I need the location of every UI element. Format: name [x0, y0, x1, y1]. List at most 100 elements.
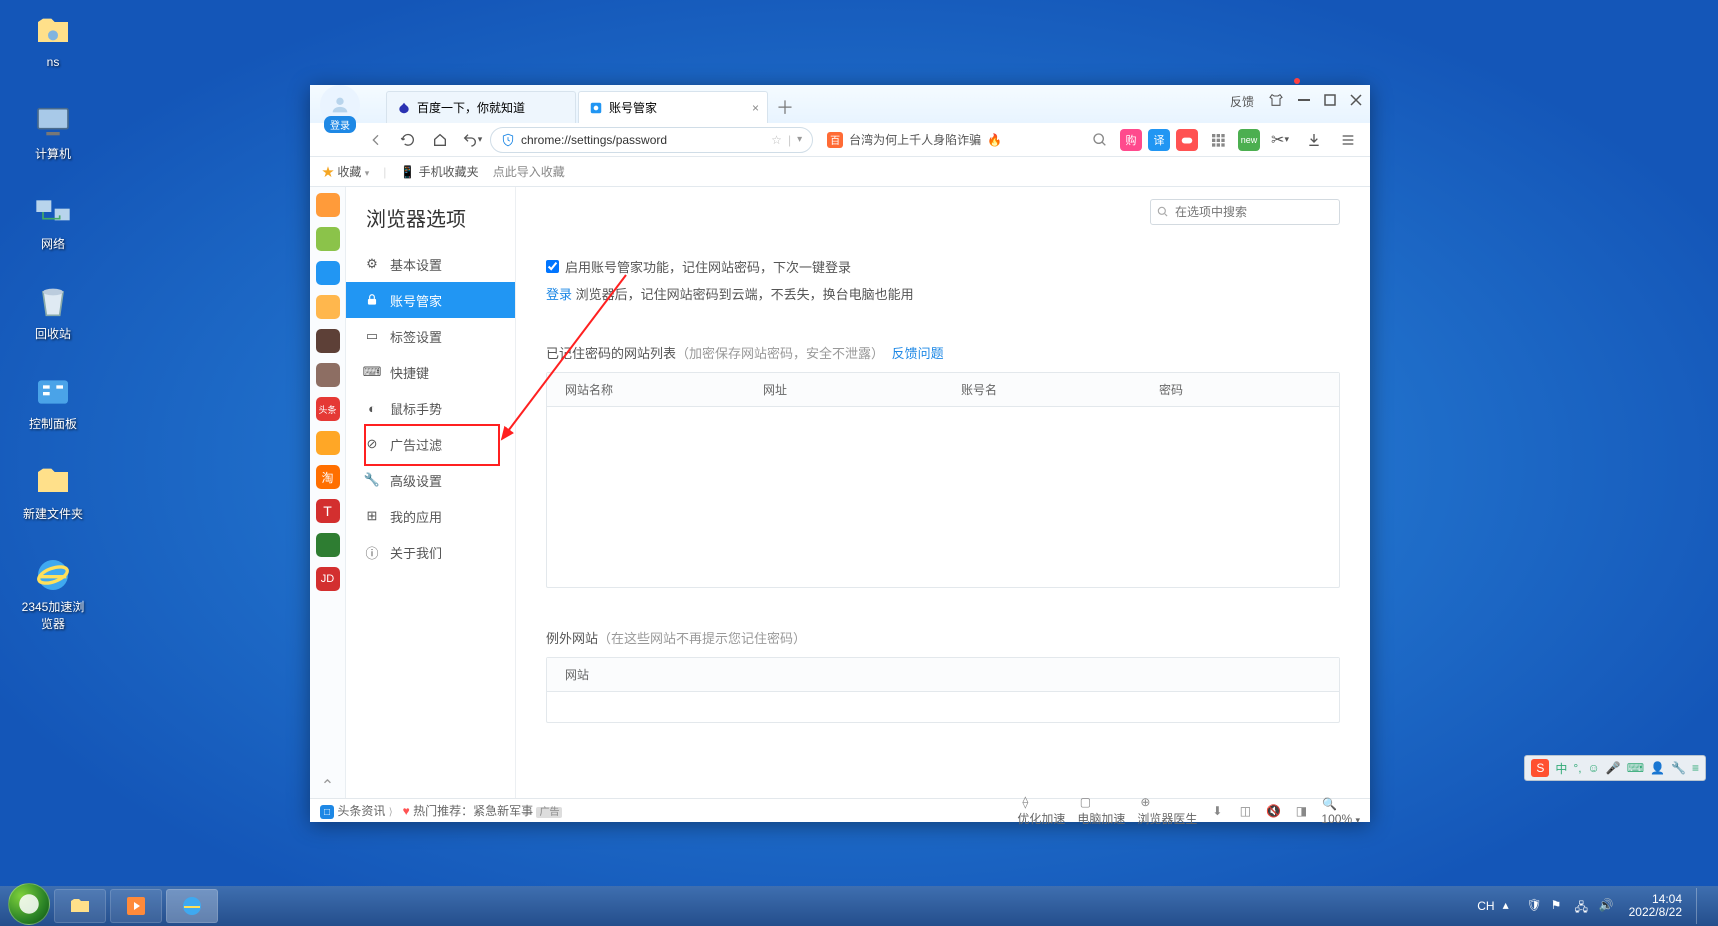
nav-mouse[interactable]: ◐鼠标手势	[346, 390, 515, 426]
clock[interactable]: 14:04 2022/8/22	[1629, 893, 1682, 919]
favorites-button[interactable]: ★ 收藏 ▾	[322, 163, 369, 180]
menu-icon[interactable]	[1334, 126, 1362, 154]
enable-checkbox[interactable]	[546, 260, 559, 273]
game-icon[interactable]	[1176, 129, 1198, 151]
side-expand-icon[interactable]: ⌃	[316, 774, 340, 798]
side-word-icon[interactable]	[316, 261, 340, 285]
taskbar-explorer[interactable]	[54, 889, 106, 923]
search-icon[interactable]	[1092, 132, 1108, 148]
new-badge-icon[interactable]: new	[1238, 129, 1260, 151]
ime-tool-icon[interactable]: 🔧	[1671, 761, 1686, 775]
zoom-display[interactable]: 🔍 100% ▾	[1321, 796, 1360, 826]
maximize-button[interactable]	[1324, 94, 1336, 109]
close-icon[interactable]: ×	[752, 101, 759, 115]
desktop-icon-control[interactable]: 控制面板	[18, 372, 88, 432]
download-icon[interactable]	[1300, 126, 1328, 154]
nav-tabs[interactable]: ▭标签设置	[346, 318, 515, 354]
ime-keyboard-icon[interactable]: ⌨	[1627, 761, 1644, 775]
reload-button[interactable]	[394, 126, 422, 154]
side-app1-icon[interactable]	[316, 295, 340, 319]
nav-shortcut[interactable]: ⌨快捷键	[346, 354, 515, 390]
news-button[interactable]: □ 头条资讯 ⟩	[320, 802, 393, 820]
tray-network-icon[interactable]: 🖧	[1575, 898, 1591, 914]
close-button[interactable]	[1350, 94, 1362, 109]
translate-icon[interactable]: 译	[1148, 129, 1170, 151]
chevron-down-icon[interactable]: ▾	[797, 134, 802, 145]
nav-apps[interactable]: ⊞我的应用	[346, 498, 515, 534]
side-fav-icon[interactable]	[316, 193, 340, 217]
shop-icon[interactable]: 购	[1120, 129, 1142, 151]
desktop-icon-network[interactable]: 网络	[18, 192, 88, 252]
side-history-icon[interactable]	[316, 227, 340, 251]
address-bar[interactable]: chrome://settings/password ☆ | ▾	[490, 127, 813, 153]
tray-volume-icon[interactable]: 🔊	[1599, 898, 1615, 914]
nav-about[interactable]: ⓘ关于我们	[346, 534, 515, 570]
tab-baidu[interactable]: 百度一下，你就知道	[386, 91, 576, 123]
desktop-icon-newfolder[interactable]: 新建文件夹	[18, 462, 88, 522]
login-link[interactable]: 登录	[546, 287, 572, 302]
ime-face-icon[interactable]: ☺	[1588, 761, 1600, 775]
side-tmall-icon[interactable]: T	[316, 499, 340, 523]
undo-button[interactable]: ▾	[458, 126, 486, 154]
tray-shield-icon[interactable]: 🛡	[1527, 898, 1543, 914]
ime-settings-icon[interactable]: ≡	[1692, 761, 1699, 775]
optimize-button[interactable]: ⟠优化加速	[1017, 794, 1065, 827]
ime-toolbar[interactable]: S 中 °, ☺ 🎤 ⌨ 👤 🔧 ≡	[1524, 755, 1706, 781]
taskbar-media[interactable]	[110, 889, 162, 923]
ime-logo-icon[interactable]: S	[1531, 759, 1549, 777]
ime-mic-icon[interactable]: 🎤	[1606, 761, 1621, 775]
back-button[interactable]	[362, 126, 390, 154]
grid-icon[interactable]	[1204, 126, 1232, 154]
enable-checkbox-row: 启用账号管家功能，记住网站密码，下次一键登录	[546, 257, 1340, 276]
browser-window: 登录 百度一下，你就知道 账号管家 × ＋ 反馈 ▾	[310, 85, 1370, 822]
side-jd-icon[interactable]: JD	[316, 567, 340, 591]
show-desktop-button[interactable]	[1696, 888, 1710, 924]
tab-password[interactable]: 账号管家 ×	[578, 91, 768, 123]
side-weibo-icon[interactable]	[316, 431, 340, 455]
nav-password[interactable]: 账号管家	[346, 282, 515, 318]
desktop-icon-2345[interactable]: 2345加速浏览器	[18, 555, 88, 632]
tray-chevron-icon[interactable]: ▴	[1503, 898, 1519, 914]
side-taobao-icon[interactable]: 淘	[316, 465, 340, 489]
side-toutiao-icon[interactable]: 头条	[316, 397, 340, 421]
doctor-button[interactable]: ⊕浏览器医生	[1137, 794, 1197, 827]
ime-punct-icon[interactable]: °,	[1573, 761, 1581, 775]
desktop-icon-ns[interactable]: ns	[18, 12, 88, 69]
tray-lang[interactable]: CH	[1477, 899, 1494, 913]
nav-adblock[interactable]: ⊘广告过滤	[346, 426, 515, 462]
pc-speedup-button[interactable]: ▢电脑加速	[1077, 794, 1125, 827]
feedback-link[interactable]: 反馈问题	[892, 346, 944, 361]
table-body-empty	[547, 407, 1339, 587]
ime-lang[interactable]: 中	[1555, 760, 1567, 777]
scissors-icon[interactable]: ✂▾	[1266, 126, 1294, 154]
side-app2-icon[interactable]	[316, 329, 340, 353]
side-app3-icon[interactable]	[316, 363, 340, 387]
settings-search[interactable]	[1150, 199, 1340, 225]
login-button[interactable]: 登录	[324, 116, 356, 133]
import-fav-button[interactable]: 点此导入收藏	[493, 163, 565, 180]
skin-icon[interactable]	[1268, 92, 1284, 111]
except-table-header: 网站	[547, 658, 1339, 692]
desktop-icon-computer[interactable]: 计算机	[18, 102, 88, 162]
start-button[interactable]	[8, 883, 50, 925]
search-input[interactable]	[1150, 199, 1340, 225]
ime-user-icon[interactable]: 👤	[1650, 761, 1665, 775]
star-icon[interactable]: ☆	[771, 133, 782, 147]
feedback-link[interactable]: 反馈	[1230, 93, 1254, 110]
download-status-icon[interactable]: ⬇	[1209, 803, 1225, 819]
desktop-icon-recycle[interactable]: 回收站	[18, 282, 88, 342]
mute-icon[interactable]: 🔇	[1265, 803, 1281, 819]
split-icon[interactable]: ◨	[1293, 803, 1309, 819]
net-status-icon[interactable]: ◫	[1237, 803, 1253, 819]
nav-advanced[interactable]: 🔧高级设置	[346, 462, 515, 498]
new-tab-button[interactable]: ＋	[770, 91, 800, 123]
nav-basic[interactable]: ⚙基本设置	[346, 246, 515, 282]
minimize-button[interactable]	[1298, 94, 1310, 109]
hot-news[interactable]: ♥ 热门推荐：紧急新军事 广告	[403, 802, 563, 819]
news-snippet[interactable]: 百 台湾为何上千人身陷诈骗 🔥	[817, 131, 1088, 148]
mobile-fav-button[interactable]: 📱 手机收藏夹	[400, 163, 478, 180]
side-iqiyi-icon[interactable]	[316, 533, 340, 557]
taskbar-browser[interactable]	[166, 889, 218, 923]
tray-flag-icon[interactable]: ⚑	[1551, 898, 1567, 914]
home-button[interactable]	[426, 126, 454, 154]
